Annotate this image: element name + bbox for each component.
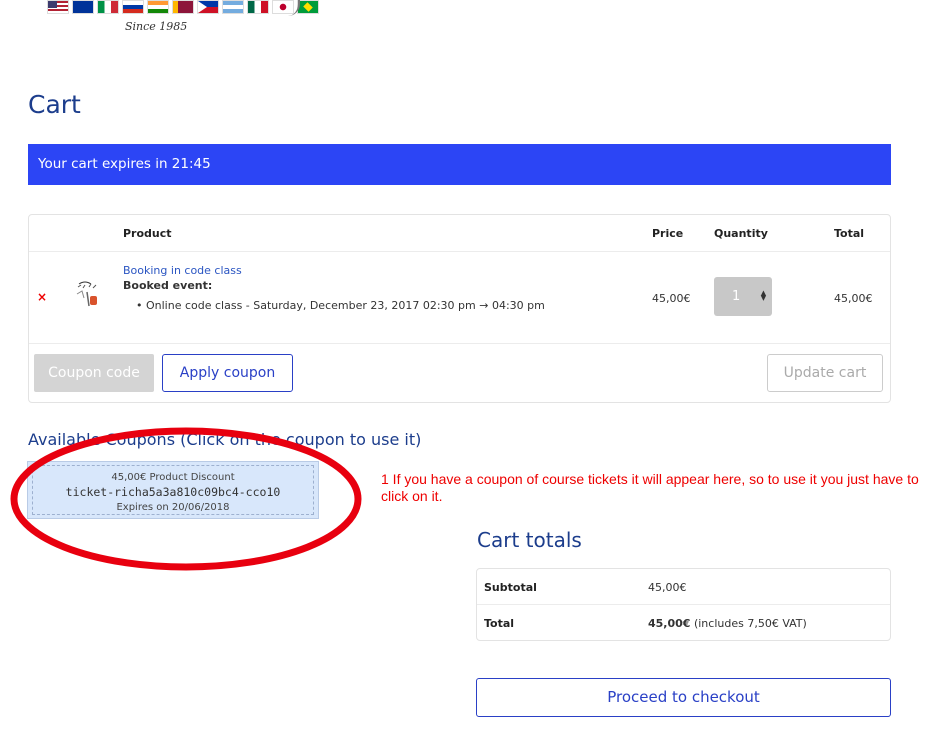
col-header-quantity: Quantity xyxy=(714,227,768,240)
page-title: Cart xyxy=(28,90,81,119)
since-tagline: Since 1985 xyxy=(125,20,188,33)
table-divider xyxy=(29,343,890,344)
bullet-icon: • xyxy=(136,299,146,312)
highlight-ellipse xyxy=(10,427,362,571)
spinner-arrows-icon[interactable]: ▲ ▼ xyxy=(760,290,767,302)
flag-italy-icon[interactable] xyxy=(97,0,119,14)
flag-sri-lanka-icon[interactable] xyxy=(172,0,194,14)
product-thumbnail[interactable] xyxy=(75,280,101,308)
vat-note: (includes 7,50€ VAT) xyxy=(693,617,807,630)
booked-event-label: Booked event: xyxy=(123,279,213,292)
event-text: Online code class - Saturday, December 2… xyxy=(146,299,545,312)
item-total: 45,00€ xyxy=(834,292,873,305)
language-flags xyxy=(47,0,319,18)
coupon-code-input[interactable]: Coupon code xyxy=(34,354,154,392)
annotation-note: 1 If you have a coupon of course tickets… xyxy=(381,471,919,504)
cart-expire-notice: Your cart expires in 21:45 xyxy=(28,144,891,185)
booked-event-detail: • Online code class - Saturday, December… xyxy=(136,299,545,312)
total-label: Total xyxy=(484,617,515,630)
col-header-total: Total xyxy=(834,227,865,240)
total-value-row: 45,00€ (includes 7,50€ VAT) xyxy=(648,617,807,630)
total-value: 45,00€ xyxy=(648,617,691,630)
quantity-stepper[interactable]: 1 ▲ ▼ xyxy=(714,277,772,316)
col-header-price: Price xyxy=(652,227,684,240)
subtotal-label: Subtotal xyxy=(484,581,537,594)
flag-mexico-icon[interactable] xyxy=(247,0,269,14)
flag-brazil-icon[interactable] xyxy=(297,0,319,14)
flag-philippines-icon[interactable] xyxy=(197,0,219,14)
cart-totals-title: Cart totals xyxy=(477,528,582,552)
flag-india-icon[interactable] xyxy=(147,0,169,14)
item-price: 45,00€ xyxy=(652,292,691,305)
product-link[interactable]: Booking in code class xyxy=(123,264,242,277)
quantity-value[interactable]: 1 xyxy=(732,289,740,304)
col-header-product: Product xyxy=(123,227,172,240)
apply-coupon-button[interactable]: Apply coupon xyxy=(162,354,293,392)
flag-argentina-icon[interactable] xyxy=(222,0,244,14)
proceed-to-checkout-button[interactable]: Proceed to checkout xyxy=(476,678,891,717)
flag-eu-icon[interactable] xyxy=(72,0,94,14)
flag-russia-icon[interactable] xyxy=(122,0,144,14)
subtotal-value: 45,00€ xyxy=(648,581,687,594)
remove-item-icon[interactable]: × xyxy=(37,290,47,304)
update-cart-button[interactable]: Update cart xyxy=(767,354,883,392)
totals-divider xyxy=(477,604,890,605)
flag-usa-icon[interactable] xyxy=(47,0,69,14)
table-divider xyxy=(29,251,890,252)
